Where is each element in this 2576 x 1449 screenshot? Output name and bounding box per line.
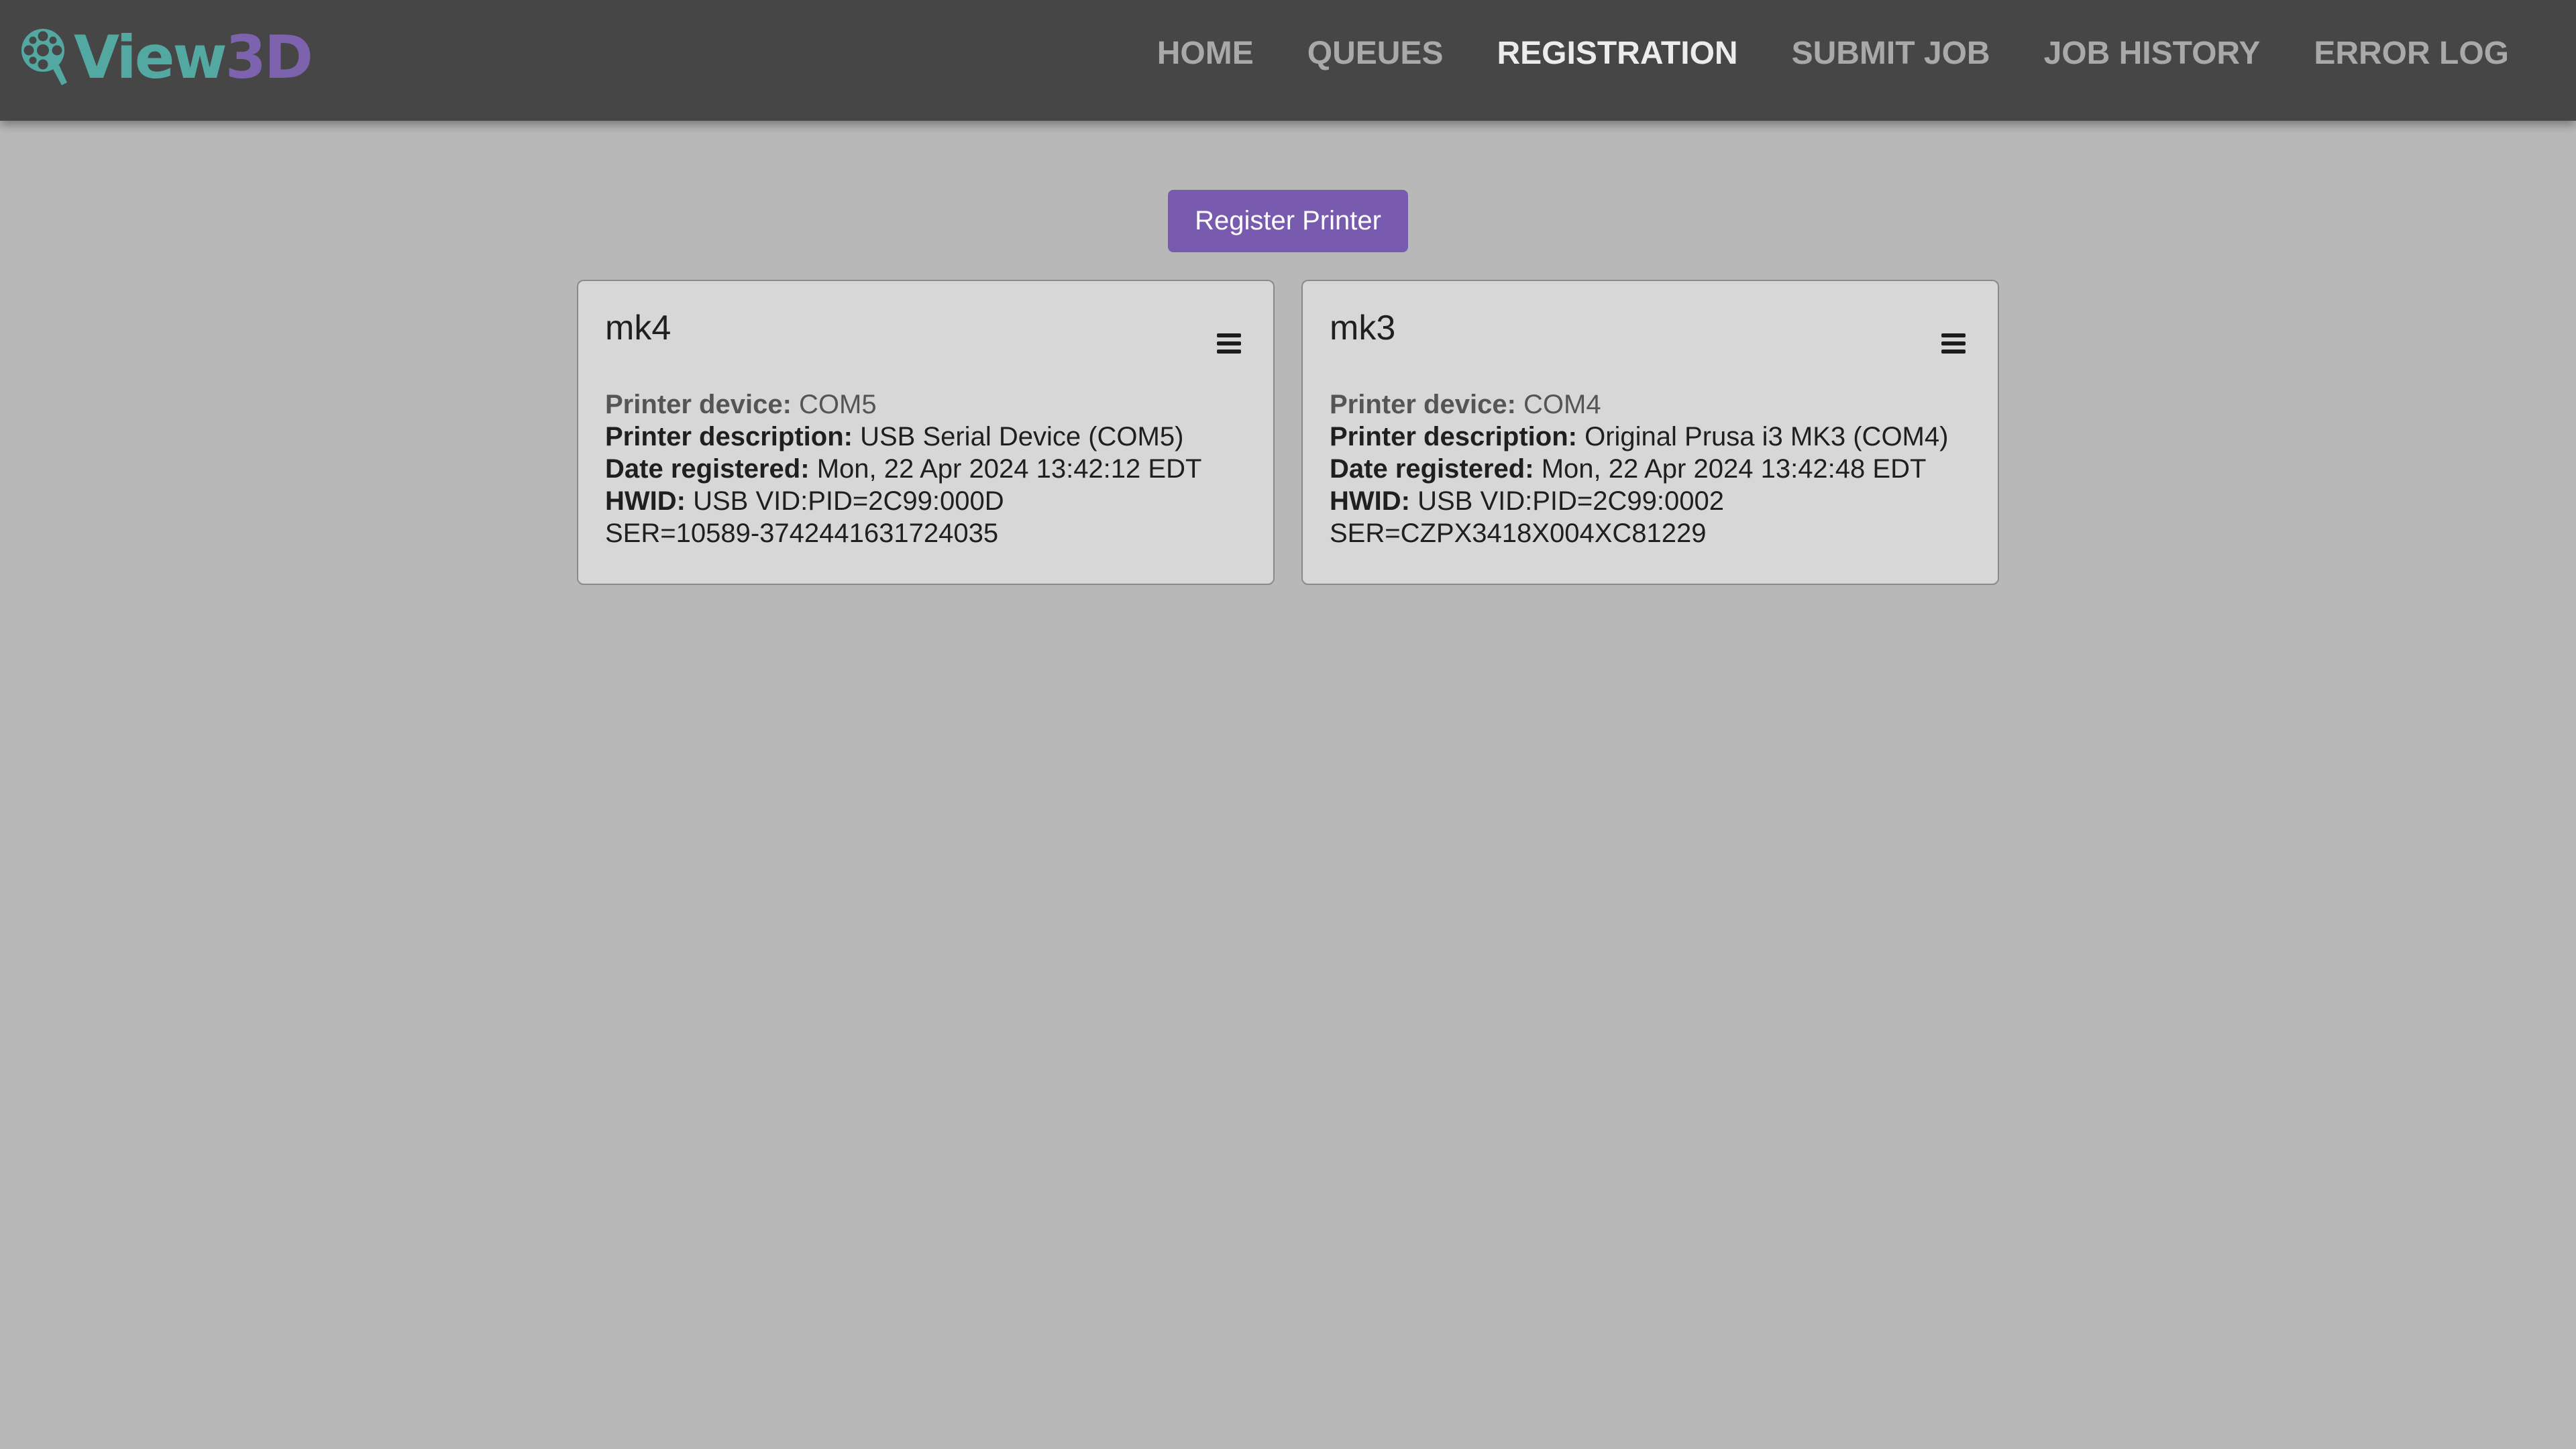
printer-details: Printer device: COM4 Printer description… — [1330, 388, 1980, 549]
register-printer-button[interactable]: Register Printer — [1168, 190, 1408, 252]
date-registered-value: Mon, 22 Apr 2024 13:42:12 EDT — [816, 454, 1202, 484]
nav-registration[interactable]: REGISTRATION — [1497, 35, 1737, 72]
hwid-value: USB VID:PID=2C99:000D — [693, 486, 1004, 516]
printer-description-row: Printer description: Original Prusa i3 M… — [1330, 421, 1980, 453]
hwid-value: USB VID:PID=2C99:0002 — [1417, 486, 1725, 516]
logo-text: View3D — [74, 28, 313, 87]
film-reel-magnifier-icon — [21, 29, 67, 85]
printer-device-label: Printer device: — [605, 390, 792, 419]
printer-device-value: COM4 — [1523, 390, 1601, 419]
printer-description-label: Printer description: — [1330, 422, 1577, 451]
printer-device-row: Printer device: COM4 — [1330, 388, 1980, 421]
date-registered-row: Date registered: Mon, 22 Apr 2024 13:42:… — [1330, 453, 1980, 485]
nav-home[interactable]: HOME — [1157, 35, 1254, 72]
printer-description-label: Printer description: — [605, 422, 853, 451]
printer-description-row: Printer description: USB Serial Device (… — [605, 421, 1256, 453]
printer-device-label: Printer device: — [1330, 390, 1516, 419]
nav-queues[interactable]: QUEUES — [1307, 35, 1444, 72]
logo-text-3d: 3D — [225, 23, 313, 92]
date-registered-value: Mon, 22 Apr 2024 13:42:48 EDT — [1541, 454, 1927, 484]
hamburger-menu-icon[interactable] — [1217, 333, 1241, 354]
hamburger-menu-icon[interactable] — [1941, 333, 1966, 354]
printer-card: mk3 Printer device: COM4 Printer descrip… — [1301, 280, 1999, 585]
printer-details: Printer device: COM5 Printer description… — [605, 388, 1256, 549]
hwid-row: HWID: USB VID:PID=2C99:0002 — [1330, 485, 1980, 517]
logo-text-view: View — [74, 23, 227, 92]
hwid-label: HWID: — [1330, 486, 1410, 516]
top-navbar: View3D HOME QUEUES REGISTRATION SUBMIT J… — [0, 0, 2576, 121]
printer-name: mk3 — [1330, 309, 1396, 347]
serial-number: SER=CZPX3418X004XC81229 — [1330, 519, 1707, 548]
app-logo[interactable]: View3D — [17, 24, 313, 91]
date-registered-label: Date registered: — [1330, 454, 1534, 484]
printer-description-value: Original Prusa i3 MK3 (COM4) — [1585, 422, 1949, 451]
printer-card: mk4 Printer device: COM5 Printer descrip… — [577, 280, 1275, 585]
printer-name: mk4 — [605, 309, 672, 347]
nav-submit-job[interactable]: SUBMIT JOB — [1792, 35, 1990, 72]
printer-device-row: Printer device: COM5 — [605, 388, 1256, 421]
serial-number: SER=10589-3742441631724035 — [605, 519, 999, 548]
date-registered-row: Date registered: Mon, 22 Apr 2024 13:42:… — [605, 453, 1256, 485]
printer-device-value: COM5 — [799, 390, 877, 419]
hwid-row: HWID: USB VID:PID=2C99:000D — [605, 485, 1256, 517]
main-nav: HOME QUEUES REGISTRATION SUBMIT JOB JOB … — [1157, 35, 2509, 72]
nav-job-history[interactable]: JOB HISTORY — [2044, 35, 2261, 72]
hwid-label: HWID: — [605, 486, 686, 516]
nav-error-log[interactable]: ERROR LOG — [2314, 35, 2509, 72]
date-registered-label: Date registered: — [605, 454, 810, 484]
printer-description-value: USB Serial Device (COM5) — [860, 422, 1184, 451]
